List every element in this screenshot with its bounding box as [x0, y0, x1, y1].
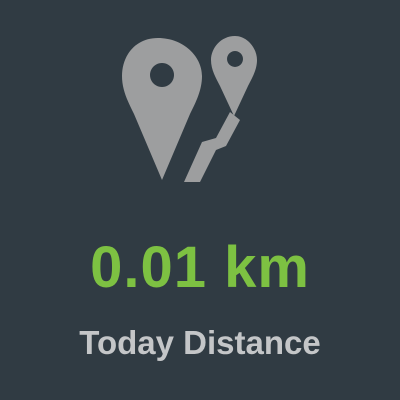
- today-distance-widget[interactable]: 0.01 km Today Distance: [0, 0, 400, 400]
- route-pins-icon: [120, 30, 270, 190]
- distance-value: 0.01 km: [90, 235, 310, 300]
- distance-label: Today Distance: [79, 324, 321, 361]
